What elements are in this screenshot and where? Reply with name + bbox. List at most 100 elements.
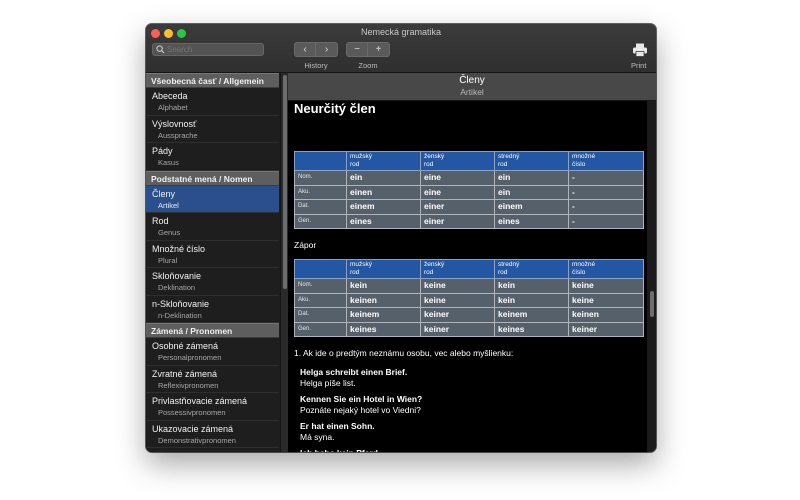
article-cell: kein [346,278,421,294]
rule-text: 1. Ak ide o predtým neznámu osobu, vec a… [294,348,514,358]
sidebar-item[interactable]: n-Skloňovanie n-Deklination [146,296,279,323]
sidebar-section-header: Zámená / Pronomen [146,323,279,338]
article-cell: keinen [346,292,421,308]
sidebar: Všeobecná časť / Allgemein Abeceda Alphabe… [146,73,279,452]
example-slovak: Poznáte nejaký hotel vo Viedni? [300,404,421,415]
zoom-label: Zoom [358,61,378,70]
article-cell: keinem [346,307,421,323]
search-input[interactable] [167,44,257,55]
sidebar-item-subtitle: Kasus [158,158,179,167]
document-scrollbar[interactable] [647,101,656,452]
sidebar-item[interactable]: Množné číslo Plural [146,241,279,268]
sidebar-item-subtitle: Possessivpronomen [158,408,226,417]
print-label: Print [631,61,647,70]
table-column-header: stredný rod [494,151,569,171]
article-cell: keiner [568,321,644,337]
article-cell: eines [494,213,569,229]
sidebar-item-title: Osobné zámená [152,341,219,351]
sidebar-item[interactable]: Ukazovacie zámená Demonstrativpronomen [146,421,279,448]
article-cell: keine [420,278,495,294]
table-row: Dat. keinem keiner keinem keinen [294,307,644,323]
sidebar-item-subtitle: n-Deklination [158,310,202,320]
chevron-right-icon: › [324,43,329,55]
example-german: Ich habe kein Pferd. [300,448,380,452]
print-icon[interactable] [632,42,648,58]
article-cell: - [568,213,644,229]
sidebar-item-subtitle: Aussprache [158,130,198,140]
history-controls: ‹ › [294,42,338,57]
case-label: Nom. [294,170,347,186]
article-cell: einer [420,199,495,215]
article-cell: eine [420,170,495,186]
table-row: Aku. keinen keine kein keine [294,292,644,308]
table-row: Nom. kein keine kein keine [294,278,644,294]
doc-title: Neurčitý člen [294,101,376,116]
sidebar-section-header: Všeobecná časť / Allgemein [146,73,279,88]
sidebar-item-title: Množné číslo [152,243,206,254]
example-german: Helga schreibt einen Brief. [300,367,408,377]
table-header-row: mužský rod ženský rod stredný rod množné čí… [294,151,644,171]
sidebar-item-title: Rod [152,216,169,226]
table-column-header: stredný rod [494,259,569,279]
article-cell: ein [494,170,569,186]
article-cell: ein [494,184,569,200]
search-field[interactable] [152,43,264,56]
table-column-header: mužský rod [346,259,421,279]
forward-button[interactable]: › [316,42,338,57]
case-label: Gen. [294,213,347,229]
article-cell: - [568,184,644,200]
table-column-header: ženský rod [420,151,495,171]
sidebar-scrollbar[interactable] [280,73,288,452]
zoom-out-button[interactable]: − [346,42,368,57]
document-view: Neurčitý člen mužský rod ženský rod stredn… [288,101,647,452]
minus-icon: − [354,43,360,55]
sidebar-item-title: Pády [152,146,173,156]
sidebar-item-title: n-Skloňovanie [152,298,210,309]
toolbar: Nemecká gramatika ‹ › History − + Zoom P… [146,24,656,73]
sidebar-item-title: Ukazovacie zámená [152,423,234,434]
sidebar-item[interactable]: Výslovnosť Aussprache [146,116,279,143]
sidebar-item[interactable]: Osobné zámená Personalpronomen [146,338,279,366]
sidebar-item[interactable]: Skloňovanie Deklination [146,268,279,296]
example-block: Helga schreibt einen Brief. Helga píše li… [300,367,407,388]
example-block: Ich habe kein Pferd.Nemám koňa. [300,448,380,452]
sidebar-scrollbar-thumb[interactable] [283,75,287,289]
table-row: Aku. einen eine ein - [294,184,644,200]
case-label: Aku. [294,292,347,308]
article-cell: keinem [494,307,569,323]
sidebar-item[interactable]: Privlastňovacie zámená Possessivpronomen [146,393,279,421]
window-title: Nemecká gramatika [360,27,442,37]
case-label: Nom. [294,278,347,294]
article-cell: eine [420,184,495,200]
sidebar-item[interactable]: Členy Artikel [146,185,279,213]
table-header-row: mužský rod ženský rod stredný rod množné čí… [294,259,644,279]
sidebar-item[interactable]: Zvratné zámená Reflexivpronomen [146,366,279,393]
example-slovak: Helga píše list. [300,377,356,388]
plus-icon: + [375,43,382,55]
example-german: Er hat einen Sohn. [300,421,375,431]
zoom-in-button[interactable]: + [368,42,390,57]
sidebar-item[interactable]: Rod Genus [146,213,279,241]
article-cell: keiner [420,307,495,323]
article-cell: - [568,170,644,186]
article-cell: einem [346,199,421,215]
sidebar-item-title: Zvratné zámená [152,368,218,379]
article-cell: keine [568,278,644,294]
document-scrollbar-thumb[interactable] [650,291,654,317]
article-cell: - [568,199,644,215]
table-column-header: množné číslo [568,151,644,171]
table-row: Nom. ein eine ein - [294,170,644,186]
sidebar-item[interactable]: Abeceda Alphabet [146,88,279,116]
sidebar-item-title: Výslovnosť [152,118,197,129]
sidebar-item-title: Abeceda [152,91,188,101]
article-cell: einen [346,184,421,200]
table-column-header: množné číslo [568,259,644,279]
back-button[interactable]: ‹ [294,42,316,57]
sidebar-item-subtitle: Reflexivpronomen [158,380,219,390]
article-cell: eines [346,213,421,229]
example-german: Kennen Sie ein Hotel in Wien? [300,394,423,404]
sidebar-item-subtitle: Artikel [158,200,179,210]
case-label: Dat. [294,199,347,215]
negation-label: Zápor [294,240,317,250]
sidebar-item[interactable]: Pády Kasus [146,143,279,171]
